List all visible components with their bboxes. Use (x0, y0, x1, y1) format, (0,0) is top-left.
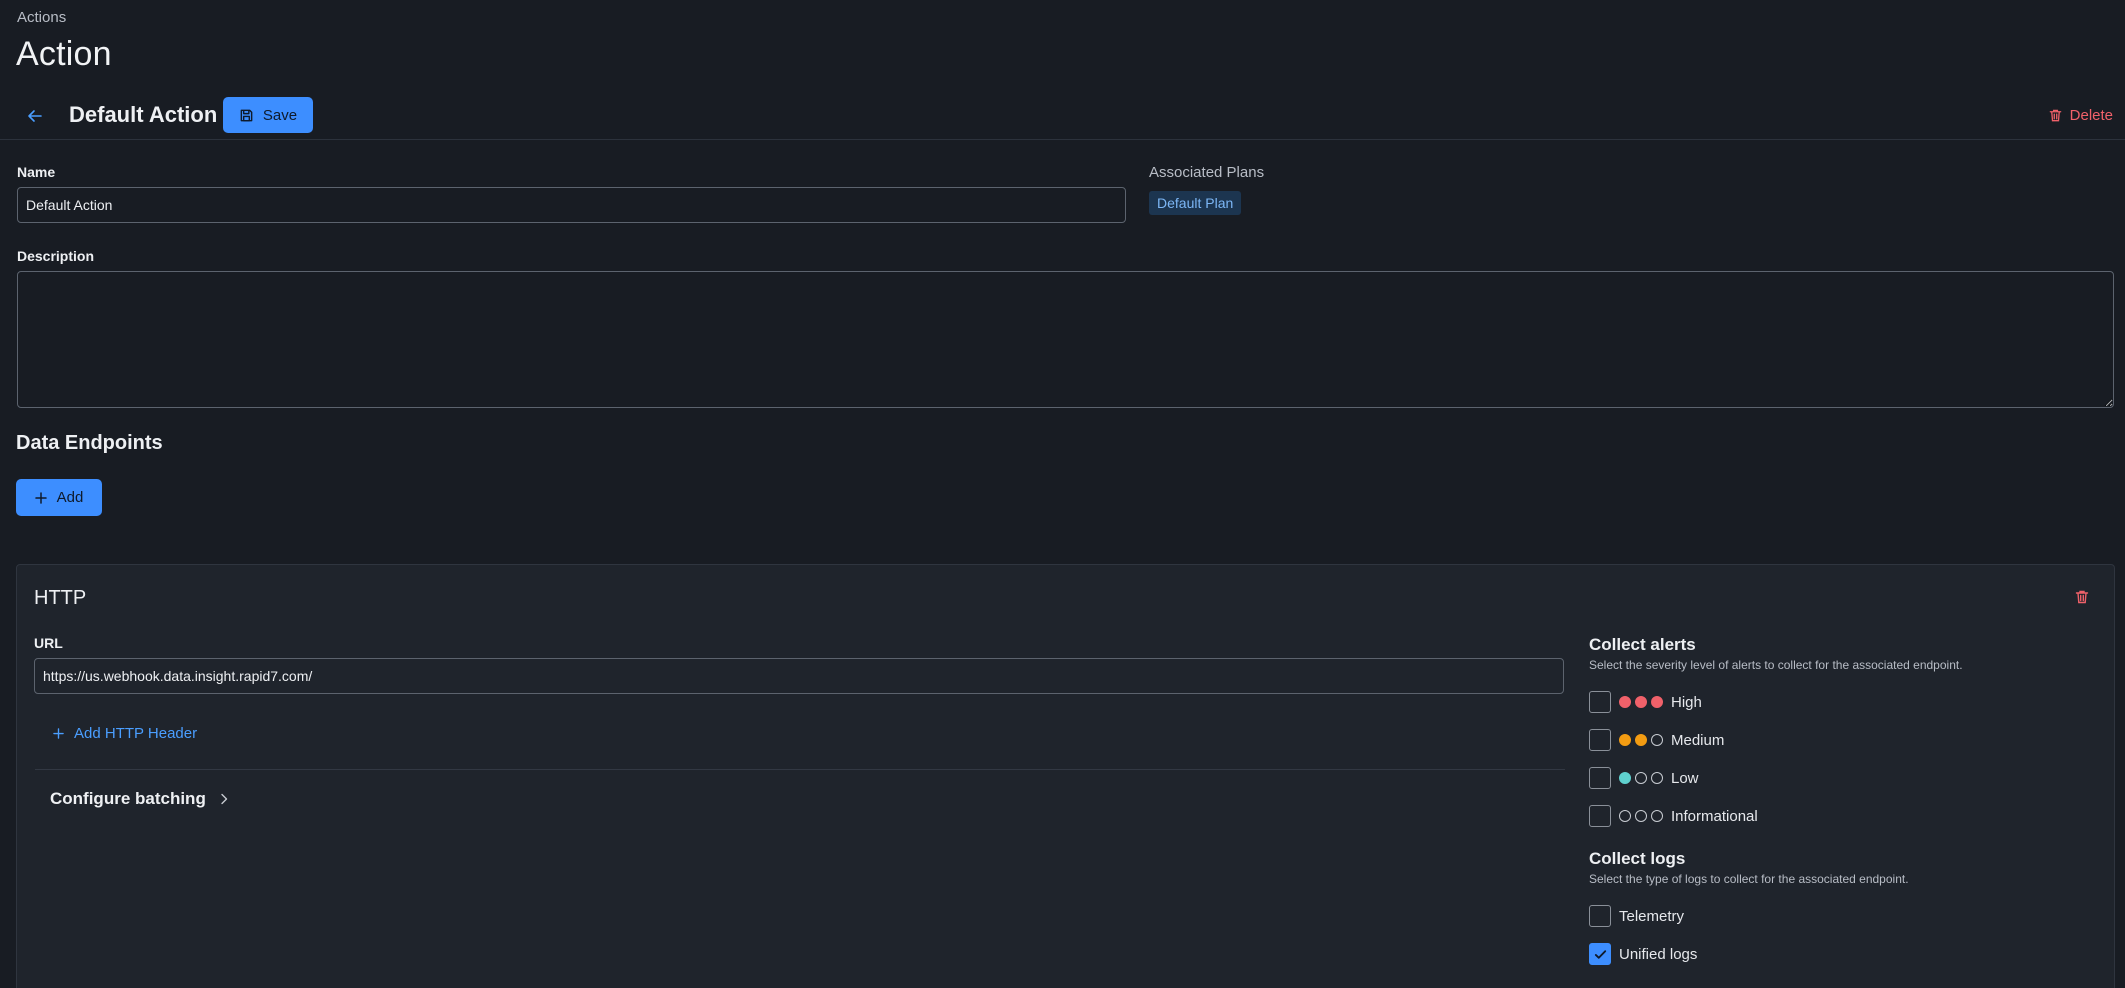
alert-option-label: Informational (1671, 807, 1758, 825)
delete-endpoint-icon[interactable] (2074, 589, 2090, 605)
delete-button-label: Delete (2069, 106, 2113, 124)
severity-dot (1651, 810, 1663, 822)
add-http-header-label: Add HTTP Header (74, 725, 198, 742)
description-label: Description (17, 248, 95, 264)
alert-option-label: Low (1671, 769, 1699, 787)
severity-dots-icon (1619, 810, 1663, 822)
alert-option-high[interactable]: High (1589, 683, 2089, 721)
url-label: URL (34, 635, 63, 651)
plus-icon (34, 491, 47, 504)
alert-option-label: High (1671, 693, 1702, 711)
back-arrow-icon[interactable] (22, 103, 48, 129)
delete-button[interactable]: Delete (2048, 103, 2113, 127)
save-button[interactable]: Save (223, 97, 313, 133)
log-type-options: Telemetry Unified logs (1589, 897, 2089, 973)
endpoint-type-title: HTTP (34, 587, 87, 609)
log-option-label: Unified logs (1619, 945, 1698, 963)
action-page: Actions Action Default Action Save Delet… (0, 0, 2125, 988)
url-input[interactable] (34, 658, 1564, 694)
severity-dot (1619, 772, 1631, 784)
severity-dot (1619, 810, 1631, 822)
log-checkbox[interactable] (1589, 943, 1611, 965)
trash-icon (2049, 109, 2061, 121)
configure-batching-toggle[interactable]: Configure batching (50, 789, 230, 809)
plus-icon (53, 728, 64, 739)
action-toolbar: Default Action Save Delete (0, 92, 2125, 140)
divider (35, 769, 1565, 770)
severity-dot (1635, 696, 1647, 708)
severity-dot (1635, 772, 1647, 784)
alert-checkbox[interactable] (1589, 729, 1611, 751)
alert-option-informational[interactable]: Informational (1589, 797, 2089, 835)
chevron-right-icon (221, 793, 228, 805)
name-input[interactable] (17, 187, 1126, 223)
severity-dots-icon (1619, 696, 1663, 708)
http-endpoint-card: HTTP URL Add HTTP Header Configure batch… (16, 564, 2115, 988)
severity-dot (1635, 734, 1647, 746)
associated-plan-tag[interactable]: Default Plan (1149, 191, 1242, 215)
breadcrumb[interactable]: Actions (17, 9, 66, 26)
alert-checkbox[interactable] (1589, 767, 1611, 789)
alert-option-label: Medium (1671, 731, 1725, 749)
data-endpoints-heading: Data Endpoints (16, 432, 163, 454)
log-option-telemetry[interactable]: Telemetry (1589, 897, 2089, 935)
add-endpoint-label: Add (56, 489, 84, 506)
severity-dot (1635, 810, 1647, 822)
collect-alerts-title: Collect alerts (1589, 635, 1696, 654)
save-button-label: Save (262, 106, 298, 124)
collect-logs-title: Collect logs (1589, 849, 1686, 868)
alert-checkbox[interactable] (1589, 691, 1611, 713)
severity-dot (1619, 734, 1631, 746)
page-title: Action (16, 35, 112, 73)
associated-plans-label: Associated Plans (1149, 164, 1265, 181)
collection-settings: Collect alerts Select the severity level… (1589, 635, 2089, 973)
alert-option-medium[interactable]: Medium (1589, 721, 2089, 759)
add-http-header-button[interactable]: Add HTTP Header (53, 725, 197, 742)
name-label: Name (17, 164, 56, 180)
collect-logs-subtitle: Select the type of logs to collect for t… (1589, 872, 1909, 886)
add-endpoint-button[interactable]: Add (16, 479, 102, 516)
log-option-label: Telemetry (1619, 907, 1685, 925)
log-checkbox[interactable] (1589, 905, 1611, 927)
severity-dot (1651, 772, 1663, 784)
configure-batching-label: Configure batching (50, 789, 206, 808)
save-icon (240, 109, 253, 121)
severity-dot (1619, 696, 1631, 708)
alert-checkbox[interactable] (1589, 805, 1611, 827)
alert-option-low[interactable]: Low (1589, 759, 2089, 797)
severity-dots-icon (1619, 734, 1663, 746)
description-textarea[interactable] (17, 271, 2114, 408)
action-name-heading: Default Action (69, 102, 218, 127)
severity-dot (1651, 696, 1663, 708)
severity-dot (1651, 734, 1663, 746)
alert-severity-options: High Medium Low Informational (1589, 683, 2089, 835)
collect-alerts-subtitle: Select the severity level of alerts to c… (1589, 658, 1963, 672)
log-option-unified-logs[interactable]: Unified logs (1589, 935, 2089, 973)
severity-dots-icon (1619, 772, 1663, 784)
